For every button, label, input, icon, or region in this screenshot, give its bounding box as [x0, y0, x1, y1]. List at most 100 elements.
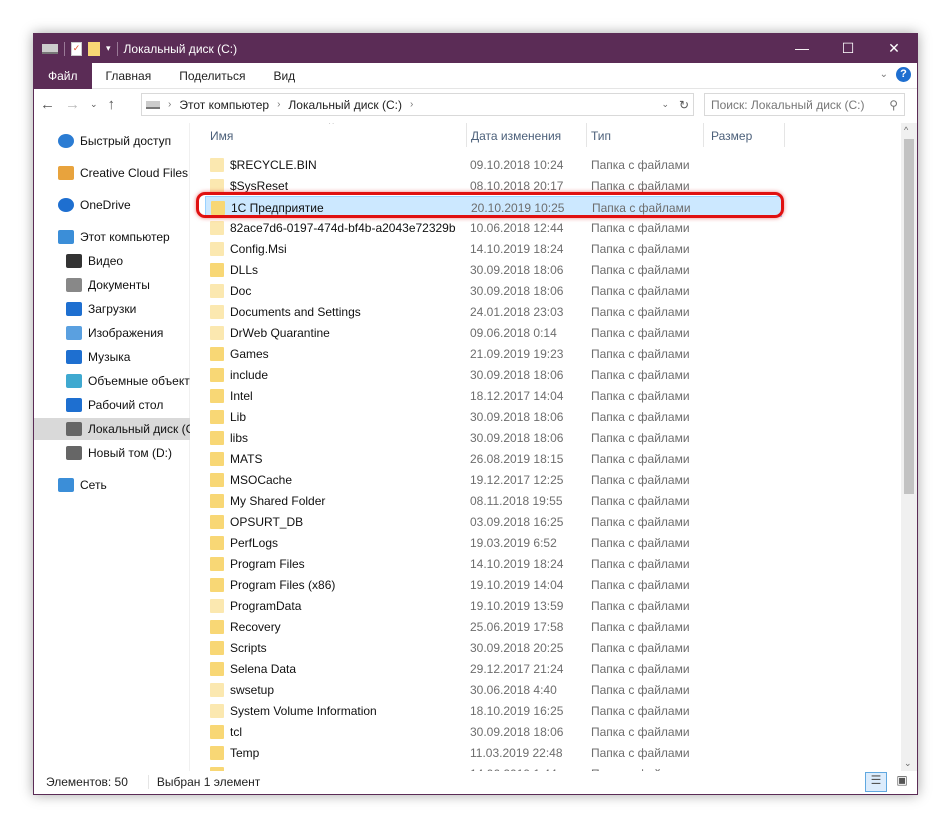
file-type: Папка с файлами — [591, 746, 690, 760]
address-bar[interactable]: › Этот компьютер › Локальный диск (C:) ›… — [141, 93, 694, 116]
large-icons-view-icon[interactable]: ▣ — [891, 772, 913, 792]
scrollbar-thumb[interactable] — [904, 139, 914, 494]
chevron-right-icon: › — [168, 99, 172, 110]
column-size[interactable]: Размер — [711, 129, 752, 143]
file-row[interactable]: Config.Msi 14.10.2019 18:24 Папка с файлам… — [205, 238, 782, 259]
search-input[interactable]: Поиск: Локальный диск (C:) ⚲ — [704, 93, 905, 116]
sidebar-item[interactable]: Сеть — [34, 474, 190, 496]
drive-icon — [66, 422, 82, 436]
sidebar-item[interactable]: Новый том (D:) — [34, 442, 190, 464]
file-row[interactable]: DLLs 30.09.2018 18:06 Папка с файлами — [205, 259, 782, 280]
file-row[interactable]: $RECYCLE.BIN 09.10.2018 10:24 Папка с файл… — [205, 154, 782, 175]
file-row[interactable]: include 30.09.2018 18:06 Папка с файлами — [205, 364, 782, 385]
sidebar-item[interactable]: Загрузки — [34, 298, 190, 320]
sidebar-item[interactable]: Документы — [34, 274, 190, 296]
sidebar-item-label: Рабочий стол — [88, 398, 164, 412]
file-row[interactable]: swsetup 30.06.2018 4:40 Папка с файлами — [205, 679, 782, 700]
folder-icon — [210, 263, 224, 277]
file-type: Папка с файлами — [591, 242, 690, 256]
column-name[interactable]: Имя — [210, 129, 233, 143]
scroll-down-icon[interactable]: ⌄ — [904, 758, 912, 769]
file-row[interactable]: Documents and Settings 24.01.2018 23:03 Па… — [205, 301, 782, 322]
customize-toolbar-icon[interactable]: ▾ — [106, 43, 111, 54]
scroll-up-icon[interactable]: ^ — [904, 125, 908, 135]
file-row[interactable]: ProgramData 19.10.2019 13:59 Папка с файла… — [205, 595, 782, 616]
file-row[interactable]: Intel 18.12.2017 14:04 Папка с файлами — [205, 385, 782, 406]
forward-button[interactable]: → — [65, 96, 80, 113]
refresh-icon[interactable]: ↻ — [679, 98, 689, 112]
column-date[interactable]: Дата изменения — [471, 129, 561, 143]
tab-view[interactable]: Вид — [259, 63, 309, 89]
file-date: 19.10.2019 14:04 — [470, 578, 564, 592]
file-date: 09.06.2018 0:14 — [470, 326, 557, 340]
file-name: DLLs — [230, 263, 259, 277]
file-row[interactable]: PerfLogs 19.03.2019 6:52 Папка с файлами — [205, 532, 782, 553]
tab-home[interactable]: Главная — [92, 63, 166, 89]
file-type: Папка с файлами — [591, 347, 690, 361]
sidebar-item-label: Локальный диск (C — [88, 422, 190, 436]
sidebar-item[interactable]: Локальный диск (C — [34, 418, 190, 440]
breadcrumb-local-disk[interactable]: Локальный диск (C:) — [288, 98, 402, 112]
navigation-pane: Быстрый доступ Creative Cloud Files OneDri… — [34, 123, 190, 771]
file-date: 10.06.2018 12:44 — [470, 221, 564, 235]
up-button[interactable]: ↑ — [108, 96, 116, 113]
file-row[interactable]: libs 30.09.2018 18:06 Папка с файлами — [205, 427, 782, 448]
drive-icon — [66, 446, 82, 460]
file-row[interactable]: tcl 30.09.2018 18:06 Папка с файлами — [205, 721, 782, 742]
breadcrumb-this-pc[interactable]: Этот компьютер — [179, 98, 269, 112]
sidebar-item[interactable]: Музыка — [34, 346, 190, 368]
sidebar-item[interactable]: Видео — [34, 250, 190, 272]
file-date: 30.09.2018 18:06 — [470, 263, 564, 277]
properties-icon[interactable]: ✓ — [71, 41, 82, 56]
file-row[interactable]: System Volume Information 18.10.2019 16:2… — [205, 700, 782, 721]
folder-icon — [210, 452, 224, 466]
close-button[interactable]: ✕ — [871, 34, 917, 63]
file-name: DrWeb Quarantine — [230, 326, 330, 340]
details-view-icon[interactable]: ☰ — [865, 772, 887, 792]
file-row[interactable]: Selena Data 29.12.2017 21:24 Папка с файла… — [205, 658, 782, 679]
maximize-button[interactable]: ☐ — [825, 34, 871, 63]
sidebar-item[interactable]: Изображения — [34, 322, 190, 344]
recent-locations-button[interactable]: ⌄ — [90, 99, 98, 110]
tab-file[interactable]: Файл — [34, 62, 92, 89]
file-date: 30.09.2018 20:25 — [470, 641, 564, 655]
sidebar-item[interactable]: Creative Cloud Files — [34, 162, 190, 184]
chevron-right-icon[interactable]: › — [410, 99, 413, 110]
sidebar-item[interactable]: Объемные объект — [34, 370, 190, 392]
file-row[interactable]: Doc 30.09.2018 18:06 Папка с файлами — [205, 280, 782, 301]
folder-icon — [210, 725, 224, 739]
tab-share[interactable]: Поделиться — [165, 63, 259, 89]
sidebar-item[interactable]: OneDrive — [34, 194, 190, 216]
file-row[interactable]: DrWeb Quarantine 09.06.2018 0:14 Папка с ф… — [205, 322, 782, 343]
file-row[interactable]: MSOCache 19.12.2017 12:25 Папка с файлами — [205, 469, 782, 490]
minimize-button[interactable]: — — [779, 34, 825, 63]
file-type: Папка с файлами — [591, 704, 690, 718]
file-name: OPSURT_DB — [230, 515, 304, 529]
file-row[interactable]: MATS 26.08.2019 18:15 Папка с файлами — [205, 448, 782, 469]
file-row[interactable]: Program Files (x86) 19.10.2019 14:04 Папка… — [205, 574, 782, 595]
back-button[interactable]: ← — [40, 96, 55, 113]
sidebar-item[interactable]: Быстрый доступ — [34, 130, 190, 152]
status-bar: Элементов: 50 Выбран 1 элемент ☰ ▣ — [34, 770, 917, 794]
file-row[interactable]: Program Files 14.10.2019 18:24 Папка с фай… — [205, 553, 782, 574]
file-row[interactable]: Games 21.09.2019 19:23 Папка с файлами — [205, 343, 782, 364]
file-row[interactable]: Recovery 25.06.2019 17:58 Папка с файлами — [205, 616, 782, 637]
file-row[interactable]: My Shared Folder 08.11.2018 19:55 Папка с … — [205, 490, 782, 511]
sidebar-item[interactable]: Рабочий стол — [34, 394, 190, 416]
help-icon[interactable]: ? — [896, 67, 911, 82]
expand-ribbon-icon[interactable]: ⌄ — [880, 69, 888, 80]
file-row[interactable]: Temp 11.03.2019 22:48 Папка с файлами — [205, 742, 782, 763]
vertical-scrollbar[interactable]: ^ ⌄ — [901, 123, 917, 771]
sidebar-item[interactable]: Этот компьютер — [34, 226, 190, 248]
file-type: Папка с файлами — [591, 284, 690, 298]
file-row[interactable]: Lib 30.09.2018 18:06 Папка с файлами — [205, 406, 782, 427]
file-row[interactable]: Scripts 30.09.2018 20:25 Папка с файлами — [205, 637, 782, 658]
folder-icon — [210, 431, 224, 445]
file-name: Lib — [230, 410, 247, 424]
file-row[interactable]: 82ace7d6-0197-474d-bf4b-a2043e72329b 10.0… — [205, 217, 782, 238]
address-dropdown-icon[interactable]: ⌄ — [661, 99, 669, 110]
new-folder-icon[interactable] — [88, 41, 100, 56]
column-type[interactable]: Тип — [591, 129, 611, 143]
folder-icon — [210, 704, 224, 718]
file-row[interactable]: OPSURT_DB 03.09.2018 16:25 Папка с файлами — [205, 511, 782, 532]
